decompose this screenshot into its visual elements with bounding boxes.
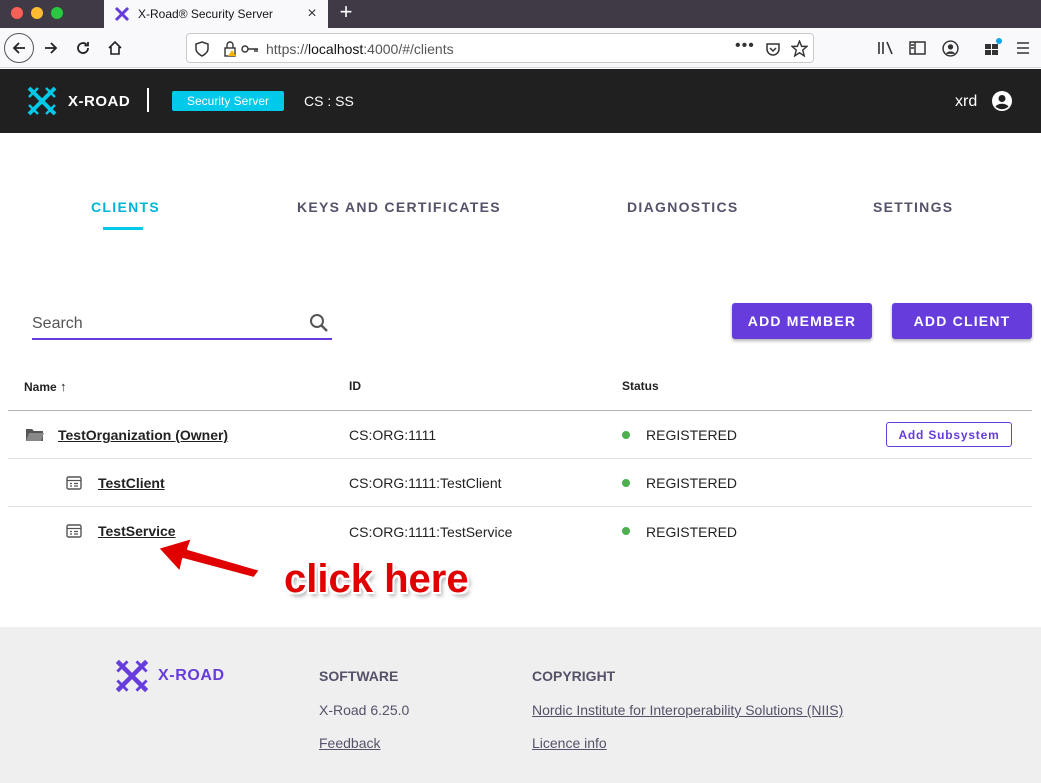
key-icon bbox=[241, 45, 258, 53]
subsystem-icon bbox=[66, 524, 82, 538]
footer-logo: X-ROAD bbox=[114, 658, 225, 694]
status-ok-indicator bbox=[622, 527, 630, 535]
sidebar-icon[interactable] bbox=[909, 40, 926, 56]
column-header-status: Status bbox=[622, 379, 659, 393]
client-status: REGISTERED bbox=[646, 524, 738, 540]
logo-text: X-ROAD bbox=[68, 92, 131, 110]
library-icon[interactable] bbox=[877, 40, 895, 56]
bookmark-star-icon[interactable] bbox=[791, 40, 808, 57]
xroad-footer-logo-icon bbox=[115, 659, 149, 693]
arrow-right-icon bbox=[45, 42, 58, 54]
client-status: REGISTERED bbox=[646, 427, 738, 443]
tab-close-icon[interactable]: × bbox=[304, 6, 320, 22]
annotation-arrow-icon bbox=[157, 537, 261, 579]
browser-tab[interactable]: X-Road® Security Server × bbox=[104, 0, 328, 28]
home-button[interactable] bbox=[101, 34, 129, 62]
reload-icon bbox=[77, 42, 89, 54]
browser-tab-title: X-Road® Security Server bbox=[138, 7, 273, 21]
table-header-divider bbox=[8, 410, 1032, 411]
xroad-logo-icon bbox=[27, 86, 57, 116]
xroad-logo[interactable]: X-ROAD bbox=[26, 85, 130, 117]
add-client-button[interactable]: ADD CLIENT bbox=[892, 303, 1032, 339]
footer-logo-text: X-ROAD bbox=[158, 667, 225, 684]
app-header: X-ROAD Security Server CS : SS xrd bbox=[0, 69, 1041, 133]
sort-arrow-up-icon[interactable]: ↑ bbox=[60, 379, 67, 394]
window-close-button[interactable] bbox=[11, 7, 23, 19]
column-header-name[interactable]: Name ↑ bbox=[24, 379, 67, 394]
licence-info-link[interactable]: Licence info bbox=[532, 735, 607, 751]
copyright-heading: COPYRIGHT bbox=[532, 668, 616, 684]
tab-keys-and-certificates[interactable]: KEYS AND CERTIFICATES bbox=[297, 199, 501, 215]
reload-button[interactable] bbox=[69, 34, 97, 62]
home-icon bbox=[108, 40, 122, 55]
add-subsystem-button[interactable]: Add Subsystem bbox=[886, 422, 1012, 447]
niis-link[interactable]: Nordic Institute for Interoperability So… bbox=[532, 702, 843, 718]
client-id: CS:ORG:1111 bbox=[349, 427, 437, 443]
user-name[interactable]: xrd bbox=[955, 93, 977, 111]
arrow-left-icon bbox=[12, 42, 25, 54]
tab-settings[interactable]: SETTINGS bbox=[873, 199, 953, 215]
row-divider bbox=[8, 506, 1032, 507]
url-text: https://localhost:4000/#/clients bbox=[266, 41, 454, 57]
xroad-favicon-icon bbox=[114, 6, 130, 22]
feedback-link[interactable]: Feedback bbox=[319, 735, 380, 751]
url-prefix: https:// bbox=[266, 41, 309, 57]
column-name-label: Name bbox=[24, 380, 57, 394]
menu-icon[interactable] bbox=[1015, 40, 1031, 56]
account-circle-icon[interactable] bbox=[991, 90, 1013, 112]
browser-nav-bar: https://localhost:4000/#/clients ••• bbox=[0, 28, 1041, 68]
client-name-link[interactable]: TestOrganization (Owner) bbox=[58, 427, 228, 443]
window-zoom-button[interactable] bbox=[51, 7, 63, 19]
software-version: X-Road 6.25.0 bbox=[319, 702, 410, 718]
insecure-lock-icon bbox=[224, 41, 236, 57]
url-host: localhost bbox=[308, 41, 364, 57]
row-divider bbox=[8, 458, 1032, 459]
pocket-icon[interactable] bbox=[765, 41, 781, 57]
search-icon[interactable] bbox=[308, 312, 330, 334]
client-id: CS:ORG:1111:TestClient bbox=[349, 475, 502, 491]
url-path: :4000/#/clients bbox=[363, 41, 454, 57]
software-heading: SOFTWARE bbox=[319, 668, 399, 684]
client-id: CS:ORG:1111:TestService bbox=[349, 524, 513, 540]
window-minimize-button[interactable] bbox=[31, 7, 43, 19]
search-input[interactable] bbox=[32, 312, 292, 336]
click-here-annotation: click here bbox=[284, 557, 469, 601]
forward-button[interactable] bbox=[37, 34, 65, 62]
folder-icon bbox=[26, 429, 44, 441]
new-tab-icon[interactable]: + bbox=[336, 1, 356, 23]
client-name-link[interactable]: TestClient bbox=[98, 475, 165, 491]
back-button[interactable] bbox=[4, 33, 34, 63]
client-status: REGISTERED bbox=[646, 475, 738, 491]
tab-diagnostics[interactable]: DIAGNOSTICS bbox=[627, 199, 739, 215]
server-type-badge: Security Server bbox=[172, 91, 284, 111]
server-id: CS : SS bbox=[304, 93, 354, 109]
subsystem-icon bbox=[66, 476, 82, 490]
shield-icon bbox=[195, 41, 209, 57]
footer: X-ROAD SOFTWARE X-Road 6.25.0 Feedback C… bbox=[0, 627, 1041, 783]
active-tab-indicator bbox=[103, 227, 143, 230]
add-member-button[interactable]: ADD MEMBER bbox=[732, 303, 872, 339]
url-bar[interactable]: https://localhost:4000/#/clients ••• bbox=[186, 33, 814, 63]
status-ok-indicator bbox=[622, 479, 630, 487]
tab-clients[interactable]: CLIENTS bbox=[91, 199, 160, 215]
extensions-icon[interactable] bbox=[983, 38, 1003, 56]
account-icon[interactable] bbox=[942, 40, 959, 57]
search-field bbox=[32, 312, 332, 340]
column-header-id: ID bbox=[349, 379, 361, 393]
header-divider bbox=[147, 88, 149, 112]
browser-tab-bar: X-Road® Security Server × + bbox=[0, 0, 1041, 28]
page-actions-icon[interactable]: ••• bbox=[735, 37, 755, 55]
status-ok-indicator bbox=[622, 431, 630, 439]
